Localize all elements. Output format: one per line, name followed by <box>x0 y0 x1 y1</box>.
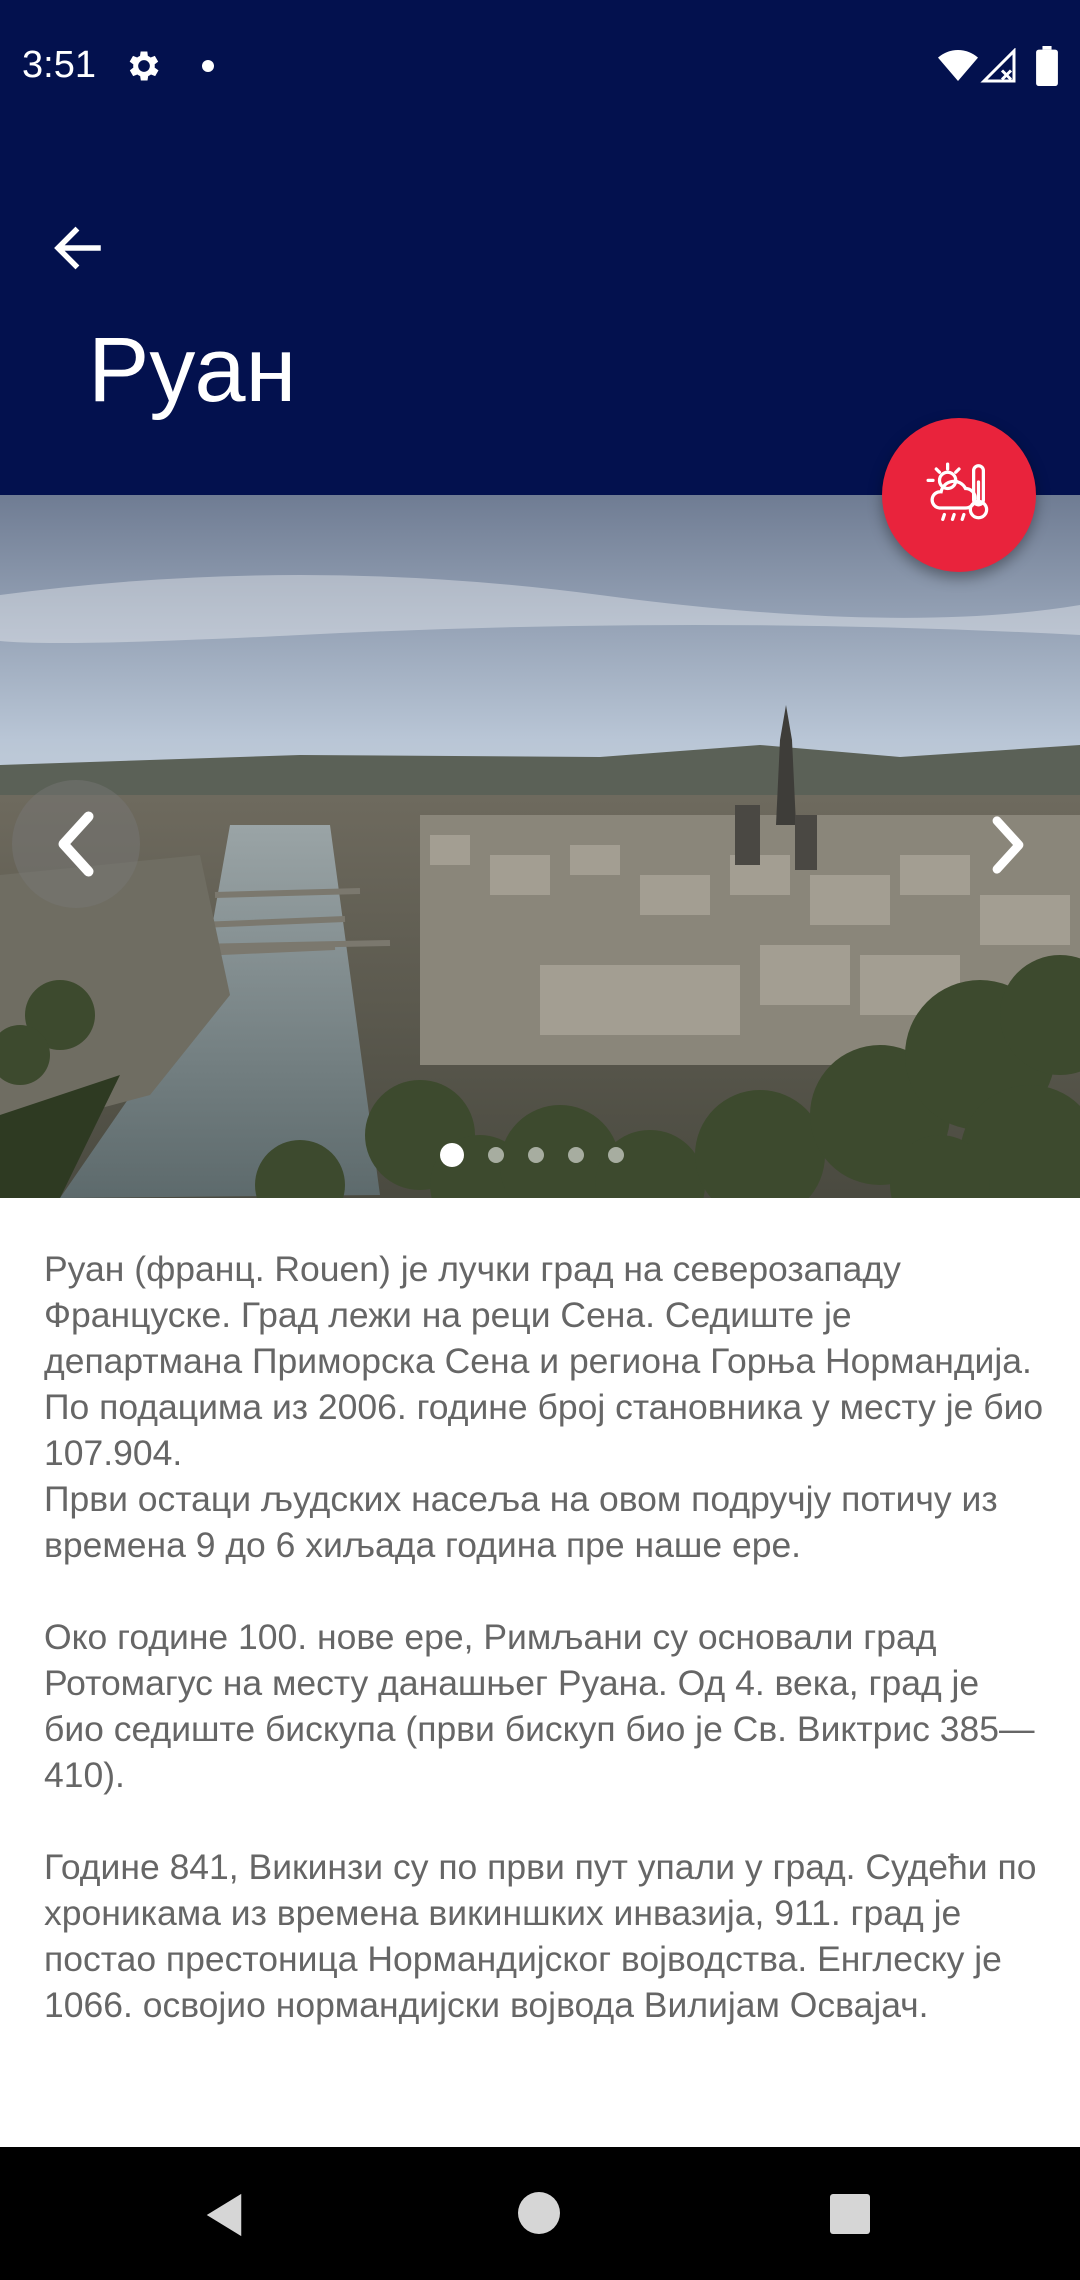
page-dot[interactable] <box>528 1147 544 1163</box>
recents-square-icon[interactable] <box>830 2194 870 2234</box>
status-bar: 3:51 <box>0 0 1080 134</box>
gear-icon <box>129 51 159 81</box>
article-paragraph: Око године 100. нове ере, Римљани су осн… <box>44 1617 1035 1795</box>
page-dot[interactable] <box>568 1147 584 1163</box>
gallery-prev-button[interactable] <box>12 780 140 908</box>
back-triangle-icon[interactable] <box>202 2192 246 2238</box>
chevron-left-icon <box>58 811 94 877</box>
arrow-left-icon[interactable] <box>48 218 108 278</box>
page-dot[interactable] <box>488 1147 504 1163</box>
weather-cloud-thermometer-icon <box>926 462 989 521</box>
page-dot[interactable] <box>608 1147 624 1163</box>
notification-dot-icon <box>202 60 214 72</box>
chevron-right-icon <box>992 816 1024 874</box>
article-paragraph: Године 841, Викинзи су по први пут упали… <box>44 1847 1037 2025</box>
article-paragraph: Руан (франц. Rouen) је лучки град на сев… <box>44 1249 1044 1565</box>
home-circle-icon[interactable] <box>518 2192 560 2234</box>
wifi-icon <box>938 50 978 81</box>
article-body: Руан (франц. Rouen) је лучки град на сев… <box>44 1246 1044 2028</box>
city-photo[interactable] <box>0 495 1080 1198</box>
gallery-page-indicator <box>440 1140 624 1170</box>
gallery-next-button[interactable] <box>968 800 1048 890</box>
page-dot[interactable] <box>440 1143 464 1167</box>
status-time: 3:51 <box>22 44 96 86</box>
weather-fab-button[interactable] <box>882 418 1036 572</box>
page-title: Руан <box>88 319 297 421</box>
battery-icon <box>1036 46 1058 86</box>
signal-icon <box>980 48 1016 83</box>
